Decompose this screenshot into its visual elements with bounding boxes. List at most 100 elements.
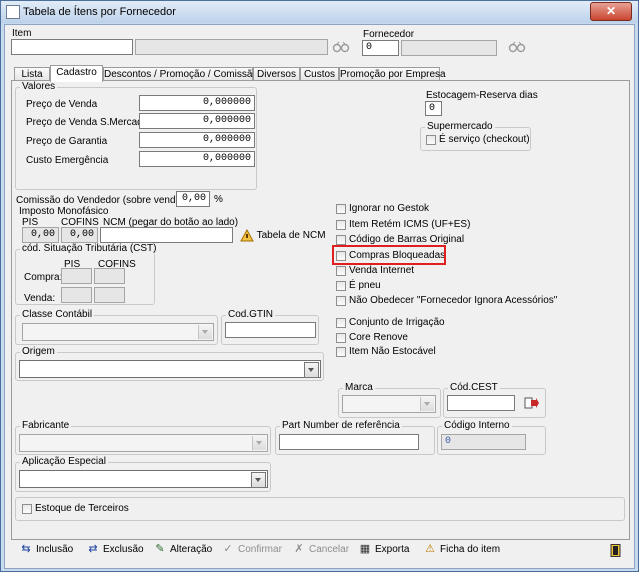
tab-custos[interactable]: Custos <box>300 67 339 81</box>
export-icon: ▦ <box>359 543 371 556</box>
preco-garantia-input[interactable]: 0,000000 <box>139 132 255 148</box>
tab-descontos[interactable]: Descontos / Promoção / Comissão <box>103 67 258 81</box>
item-retem-icms-checkbox[interactable] <box>336 220 346 230</box>
fabricante-combo[interactable] <box>19 434 268 452</box>
fornecedor-code-input[interactable]: 0 <box>362 40 399 56</box>
cod-cest-input[interactable] <box>447 395 515 411</box>
item-description-input <box>135 39 328 55</box>
binoculars-icon[interactable] <box>332 41 350 53</box>
fornecedor-label: Fornecedor <box>363 29 415 40</box>
item-code-input[interactable] <box>11 39 133 55</box>
codigo-barras-original-checkbox[interactable] <box>336 235 346 245</box>
title-bar: Tabela de Ítens por Fornecedor ✕ <box>1 1 638 23</box>
cst-compra-label: Compra: <box>24 272 63 283</box>
cst-compra-cofins <box>94 268 125 284</box>
nao-obedecer-label: Não Obedecer "Fornecedor Ignora Acessóri… <box>349 295 558 306</box>
codigo-interno-label: Código Interno <box>442 420 512 431</box>
exit-door-icon[interactable] <box>610 544 622 557</box>
cod-cest-label: Cód.CEST <box>448 382 500 393</box>
cst-compra-pis <box>61 268 92 284</box>
binoculars-icon[interactable] <box>508 41 526 53</box>
codigo-interno-input: 0 <box>441 434 526 450</box>
tab-lista[interactable]: Lista <box>14 67 50 81</box>
item-retem-icms-label: Item Retém ICMS (UF+ES) <box>349 219 471 230</box>
window-title: Tabela de Ítens por Fornecedor <box>23 6 176 18</box>
inclusao-button[interactable]: ⇆ Inclusão <box>19 542 73 558</box>
app-icon <box>6 5 20 19</box>
comissao-input[interactable]: 0,00 <box>176 191 210 207</box>
estoque-terceiros-checkbox[interactable] <box>22 504 32 514</box>
tabela-ncm-button[interactable]: Tabela de NCM <box>240 228 326 242</box>
tab-promocao-empresa[interactable]: Promoção por Empresa <box>339 67 446 81</box>
cod-gtin-label: Cod.GTIN <box>226 309 276 320</box>
cancel-icon: ✗ <box>294 543 304 556</box>
warning-person-icon: ⚠ <box>425 543 435 556</box>
person-warning-icon <box>240 228 254 242</box>
chevron-down-icon <box>420 397 434 411</box>
conjunto-irrigacao-label: Conjunto de Irrigação <box>349 317 445 328</box>
item-nao-estocavel-label: Item Não Estocável <box>349 346 436 357</box>
tabela-ncm-label: Tabela de NCM <box>256 230 326 242</box>
forward-arrow-icon[interactable] <box>524 396 540 410</box>
fornecedor-name-input <box>401 40 497 56</box>
marca-label: Marca <box>343 382 375 393</box>
cadastro-tab-page: Valores Preço de Venda 0,000000 Preço de… <box>11 80 630 540</box>
imposto-pis-input: 0,00 <box>22 227 59 243</box>
edit-icon: ✎ <box>155 543 165 556</box>
cancelar-button[interactable]: ✗ Cancelar <box>292 542 349 558</box>
ignorar-gestok-checkbox[interactable] <box>336 204 346 214</box>
exporta-button[interactable]: ▦ Exporta <box>358 542 410 558</box>
custo-emergencia-label: Custo Emergência <box>26 155 109 166</box>
e-pneu-checkbox[interactable] <box>336 281 346 291</box>
nao-obedecer-checkbox[interactable] <box>336 296 346 306</box>
client-area: Item Fornecedor 0 Lista Cadastro Descont… <box>4 24 635 569</box>
part-number-label: Part Number de referência <box>280 420 402 431</box>
item-nao-estocavel-checkbox[interactable] <box>336 347 346 357</box>
classe-contabil-combo[interactable] <box>22 323 214 341</box>
venda-internet-checkbox[interactable] <box>336 266 346 276</box>
preco-garantia-label: Preço de Garantia <box>26 136 108 147</box>
item-label: Item <box>12 28 32 39</box>
close-button[interactable]: ✕ <box>590 2 632 21</box>
conjunto-irrigacao-checkbox[interactable] <box>336 318 346 328</box>
comissao-label: Comissão do Vendedor (sobre venda) <box>16 195 185 206</box>
core-renove-checkbox[interactable] <box>336 333 346 343</box>
origem-combo[interactable] <box>19 360 321 378</box>
servico-checkout-checkbox[interactable] <box>426 135 436 145</box>
estocagem-label: Estocagem-Reserva dias <box>426 90 538 101</box>
ignorar-gestok-label: Ignorar no Gestok <box>349 203 430 214</box>
imposto-title: Imposto Monofásico <box>19 206 109 217</box>
supermercado-title: Supermercado <box>425 121 495 132</box>
preco-venda-smercado-input[interactable]: 0,000000 <box>139 113 255 129</box>
cst-title: cód. Situação Tributária (CST) <box>20 243 159 254</box>
ficha-item-button[interactable]: ⚠ Ficha do item <box>423 542 500 558</box>
fabricante-label: Fabricante <box>20 420 72 431</box>
tab-diversos[interactable]: Diversos <box>253 67 300 81</box>
cod-gtin-input[interactable] <box>225 322 316 338</box>
highlight-box <box>332 245 446 265</box>
servico-checkout-label: É serviço (checkout) <box>439 134 530 145</box>
custo-emergencia-input[interactable]: 0,000000 <box>139 151 255 167</box>
cst-venda-label: Venda: <box>24 293 56 304</box>
remove-arrow-icon: ⇄ <box>88 543 98 556</box>
tab-cadastro[interactable]: Cadastro <box>50 65 103 82</box>
classe-contabil-label: Classe Contábil <box>20 309 95 320</box>
e-pneu-label: É pneu <box>349 280 381 291</box>
part-number-input[interactable] <box>279 434 419 450</box>
alteracao-button[interactable]: ✎ Alteração <box>153 542 212 558</box>
estocagem-input[interactable]: 0 <box>425 101 442 116</box>
cst-venda-pis <box>61 287 92 303</box>
chevron-down-icon <box>198 325 212 339</box>
core-renove-label: Core Renove <box>349 332 408 343</box>
codigo-barras-original-label: Código de Barras Original <box>349 234 465 245</box>
confirmar-button[interactable]: ✓ Confirmar <box>221 542 282 558</box>
exclusao-button[interactable]: ⇄ Exclusão <box>86 542 143 558</box>
aplicacao-combo[interactable] <box>19 470 268 488</box>
venda-internet-label: Venda Internet <box>349 265 415 276</box>
preco-venda-input[interactable]: 0,000000 <box>139 95 255 111</box>
marca-combo[interactable] <box>342 395 436 413</box>
check-icon: ✓ <box>223 543 233 556</box>
ncm-input[interactable] <box>100 227 233 243</box>
add-arrow-icon: ⇆ <box>21 543 31 556</box>
chevron-down-icon <box>304 362 319 378</box>
